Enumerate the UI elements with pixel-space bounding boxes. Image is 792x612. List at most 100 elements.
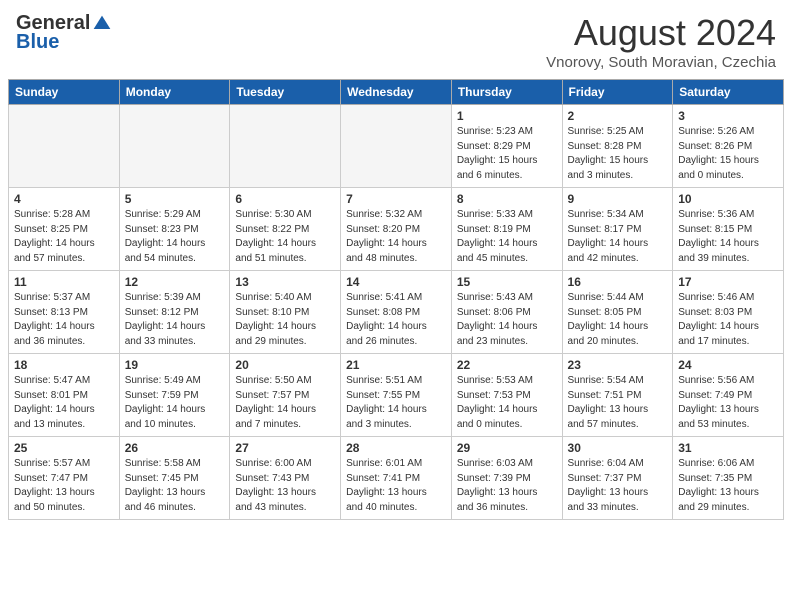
day-info: Sunrise: 5:37 AMSunset: 8:13 PMDaylight:… — [14, 291, 114, 349]
calendar-day: 7Sunrise: 5:32 AMSunset: 8:20 PMDaylight… — [341, 188, 452, 271]
calendar-day: 16 Sunrise: 5:44 AMSunset: 8:05 PMDayligh… — [562, 271, 673, 354]
logo-blue-text: Blue — [16, 31, 112, 54]
calendar-wrapper: SundayMondayTuesdayWednesdayThursdayFrid… — [0, 79, 792, 524]
day-info: Sunrise: 5:34 AMSunset: 8:17 PMDaylight:… — [568, 208, 668, 266]
day-number: 12 — [125, 275, 225, 289]
day-number: 21 — [346, 358, 446, 372]
title-block: August 2024 Vnorovy, South Moravian, Cze… — [546, 12, 776, 71]
day-number: 28 — [346, 441, 446, 455]
day-number: 29 — [457, 441, 557, 455]
calendar-day: 17 Sunrise: 5:46 AMSunset: 8:03 PMDayligh… — [673, 271, 784, 354]
day-info: Sunrise: 5:25 AMSunset: 8:28 PMDaylight:… — [568, 125, 668, 183]
calendar-day: 23 Sunrise: 5:54 AMSunset: 7:51 PMDayligh… — [562, 354, 673, 437]
day-info: Sunrise: 5:43 AMSunset: 8:06 PMDaylight:… — [457, 291, 557, 349]
calendar-day: 14Sunrise: 5:41 AMSunset: 8:08 PMDayligh… — [341, 271, 452, 354]
day-of-week-header: Tuesday — [230, 80, 341, 105]
day-number: 24 — [678, 358, 778, 372]
calendar-day: 29 Sunrise: 6:03 AMSunset: 7:39 PMDayligh… — [451, 437, 562, 520]
day-of-week-header: Thursday — [451, 80, 562, 105]
logo: General Blue — [16, 12, 112, 54]
day-info: Sunrise: 5:33 AMSunset: 8:19 PMDaylight:… — [457, 208, 557, 266]
day-number: 2 — [568, 109, 668, 123]
calendar: SundayMondayTuesdayWednesdayThursdayFrid… — [8, 79, 784, 520]
day-info: Sunrise: 5:32 AMSunset: 8:20 PMDaylight:… — [346, 208, 446, 266]
day-of-week-header: Saturday — [673, 80, 784, 105]
day-of-week-header: Sunday — [9, 80, 120, 105]
day-number: 22 — [457, 358, 557, 372]
day-info: Sunrise: 5:36 AMSunset: 8:15 PMDaylight:… — [678, 208, 778, 266]
day-info: Sunrise: 5:49 AMSunset: 7:59 PMDaylight:… — [125, 374, 225, 432]
day-info: Sunrise: 5:44 AMSunset: 8:05 PMDaylight:… — [568, 291, 668, 349]
day-number: 23 — [568, 358, 668, 372]
calendar-day: 5 Sunrise: 5:29 AMSunset: 8:23 PMDaylight… — [119, 188, 230, 271]
day-info: Sunrise: 5:29 AMSunset: 8:23 PMDaylight:… — [125, 208, 225, 266]
day-number: 25 — [14, 441, 114, 455]
calendar-day: 31Sunrise: 6:06 AMSunset: 7:35 PMDayligh… — [673, 437, 784, 520]
day-info: Sunrise: 6:01 AMSunset: 7:41 PMDaylight:… — [346, 457, 446, 515]
calendar-day: 27 Sunrise: 6:00 AMSunset: 7:43 PMDayligh… — [230, 437, 341, 520]
calendar-day: 8 Sunrise: 5:33 AMSunset: 8:19 PMDaylight… — [451, 188, 562, 271]
day-info: Sunrise: 5:26 AMSunset: 8:26 PMDaylight:… — [678, 125, 778, 183]
calendar-week-row: 25 Sunrise: 5:57 AMSunset: 7:47 PMDayligh… — [9, 437, 784, 520]
calendar-day: 26 Sunrise: 5:58 AMSunset: 7:45 PMDayligh… — [119, 437, 230, 520]
day-number: 5 — [125, 192, 225, 206]
day-number: 11 — [14, 275, 114, 289]
calendar-day: 9Sunrise: 5:34 AMSunset: 8:17 PMDaylight… — [562, 188, 673, 271]
day-info: Sunrise: 5:46 AMSunset: 8:03 PMDaylight:… — [678, 291, 778, 349]
day-number: 4 — [14, 192, 114, 206]
day-info: Sunrise: 5:23 AMSunset: 8:29 PMDaylight:… — [457, 125, 557, 183]
day-number: 26 — [125, 441, 225, 455]
day-of-week-header: Wednesday — [341, 80, 452, 105]
calendar-day: 3 Sunrise: 5:26 AMSunset: 8:26 PMDaylight… — [673, 105, 784, 188]
day-info: Sunrise: 5:40 AMSunset: 8:10 PMDaylight:… — [235, 291, 335, 349]
day-number: 20 — [235, 358, 335, 372]
day-info: Sunrise: 5:51 AMSunset: 7:55 PMDaylight:… — [346, 374, 446, 432]
location: Vnorovy, South Moravian, Czechia — [546, 54, 776, 71]
calendar-day: 11 Sunrise: 5:37 AMSunset: 8:13 PMDayligh… — [9, 271, 120, 354]
calendar-day: 15Sunrise: 5:43 AMSunset: 8:06 PMDayligh… — [451, 271, 562, 354]
calendar-day — [341, 105, 452, 188]
calendar-day: 4Sunrise: 5:28 AMSunset: 8:25 PMDaylight… — [9, 188, 120, 271]
calendar-week-row: 1 Sunrise: 5:23 AMSunset: 8:29 PMDaylight… — [9, 105, 784, 188]
month-year: August 2024 — [546, 12, 776, 54]
day-header-row: SundayMondayTuesdayWednesdayThursdayFrid… — [9, 80, 784, 105]
day-info: Sunrise: 5:56 AMSunset: 7:49 PMDaylight:… — [678, 374, 778, 432]
calendar-day: 22 Sunrise: 5:53 AMSunset: 7:53 PMDayligh… — [451, 354, 562, 437]
day-number: 18 — [14, 358, 114, 372]
day-of-week-header: Friday — [562, 80, 673, 105]
day-info: Sunrise: 6:00 AMSunset: 7:43 PMDaylight:… — [235, 457, 335, 515]
calendar-day — [9, 105, 120, 188]
day-info: Sunrise: 5:50 AMSunset: 7:57 PMDaylight:… — [235, 374, 335, 432]
day-number: 8 — [457, 192, 557, 206]
calendar-day: 13Sunrise: 5:40 AMSunset: 8:10 PMDayligh… — [230, 271, 341, 354]
day-info: Sunrise: 5:30 AMSunset: 8:22 PMDaylight:… — [235, 208, 335, 266]
day-number: 16 — [568, 275, 668, 289]
calendar-week-row: 18 Sunrise: 5:47 AMSunset: 8:01 PMDayligh… — [9, 354, 784, 437]
day-number: 3 — [678, 109, 778, 123]
day-info: Sunrise: 5:53 AMSunset: 7:53 PMDaylight:… — [457, 374, 557, 432]
day-number: 17 — [678, 275, 778, 289]
calendar-day — [119, 105, 230, 188]
day-number: 1 — [457, 109, 557, 123]
day-number: 6 — [235, 192, 335, 206]
day-info: Sunrise: 5:58 AMSunset: 7:45 PMDaylight:… — [125, 457, 225, 515]
day-number: 30 — [568, 441, 668, 455]
day-info: Sunrise: 6:03 AMSunset: 7:39 PMDaylight:… — [457, 457, 557, 515]
day-info: Sunrise: 5:57 AMSunset: 7:47 PMDaylight:… — [14, 457, 114, 515]
day-number: 27 — [235, 441, 335, 455]
calendar-day: 6 Sunrise: 5:30 AMSunset: 8:22 PMDaylight… — [230, 188, 341, 271]
calendar-day: 28 Sunrise: 6:01 AMSunset: 7:41 PMDayligh… — [341, 437, 452, 520]
calendar-day: 25 Sunrise: 5:57 AMSunset: 7:47 PMDayligh… — [9, 437, 120, 520]
day-number: 10 — [678, 192, 778, 206]
day-info: Sunrise: 5:54 AMSunset: 7:51 PMDaylight:… — [568, 374, 668, 432]
calendar-day: 18 Sunrise: 5:47 AMSunset: 8:01 PMDayligh… — [9, 354, 120, 437]
calendar-week-row: 11 Sunrise: 5:37 AMSunset: 8:13 PMDayligh… — [9, 271, 784, 354]
calendar-day: 21 Sunrise: 5:51 AMSunset: 7:55 PMDayligh… — [341, 354, 452, 437]
day-info: Sunrise: 5:47 AMSunset: 8:01 PMDaylight:… — [14, 374, 114, 432]
calendar-day: 1 Sunrise: 5:23 AMSunset: 8:29 PMDaylight… — [451, 105, 562, 188]
calendar-day: 12Sunrise: 5:39 AMSunset: 8:12 PMDayligh… — [119, 271, 230, 354]
calendar-day: 30Sunrise: 6:04 AMSunset: 7:37 PMDayligh… — [562, 437, 673, 520]
day-info: Sunrise: 6:06 AMSunset: 7:35 PMDaylight:… — [678, 457, 778, 515]
calendar-body: 1 Sunrise: 5:23 AMSunset: 8:29 PMDaylight… — [9, 105, 784, 520]
calendar-day: 10 Sunrise: 5:36 AMSunset: 8:15 PMDayligh… — [673, 188, 784, 271]
